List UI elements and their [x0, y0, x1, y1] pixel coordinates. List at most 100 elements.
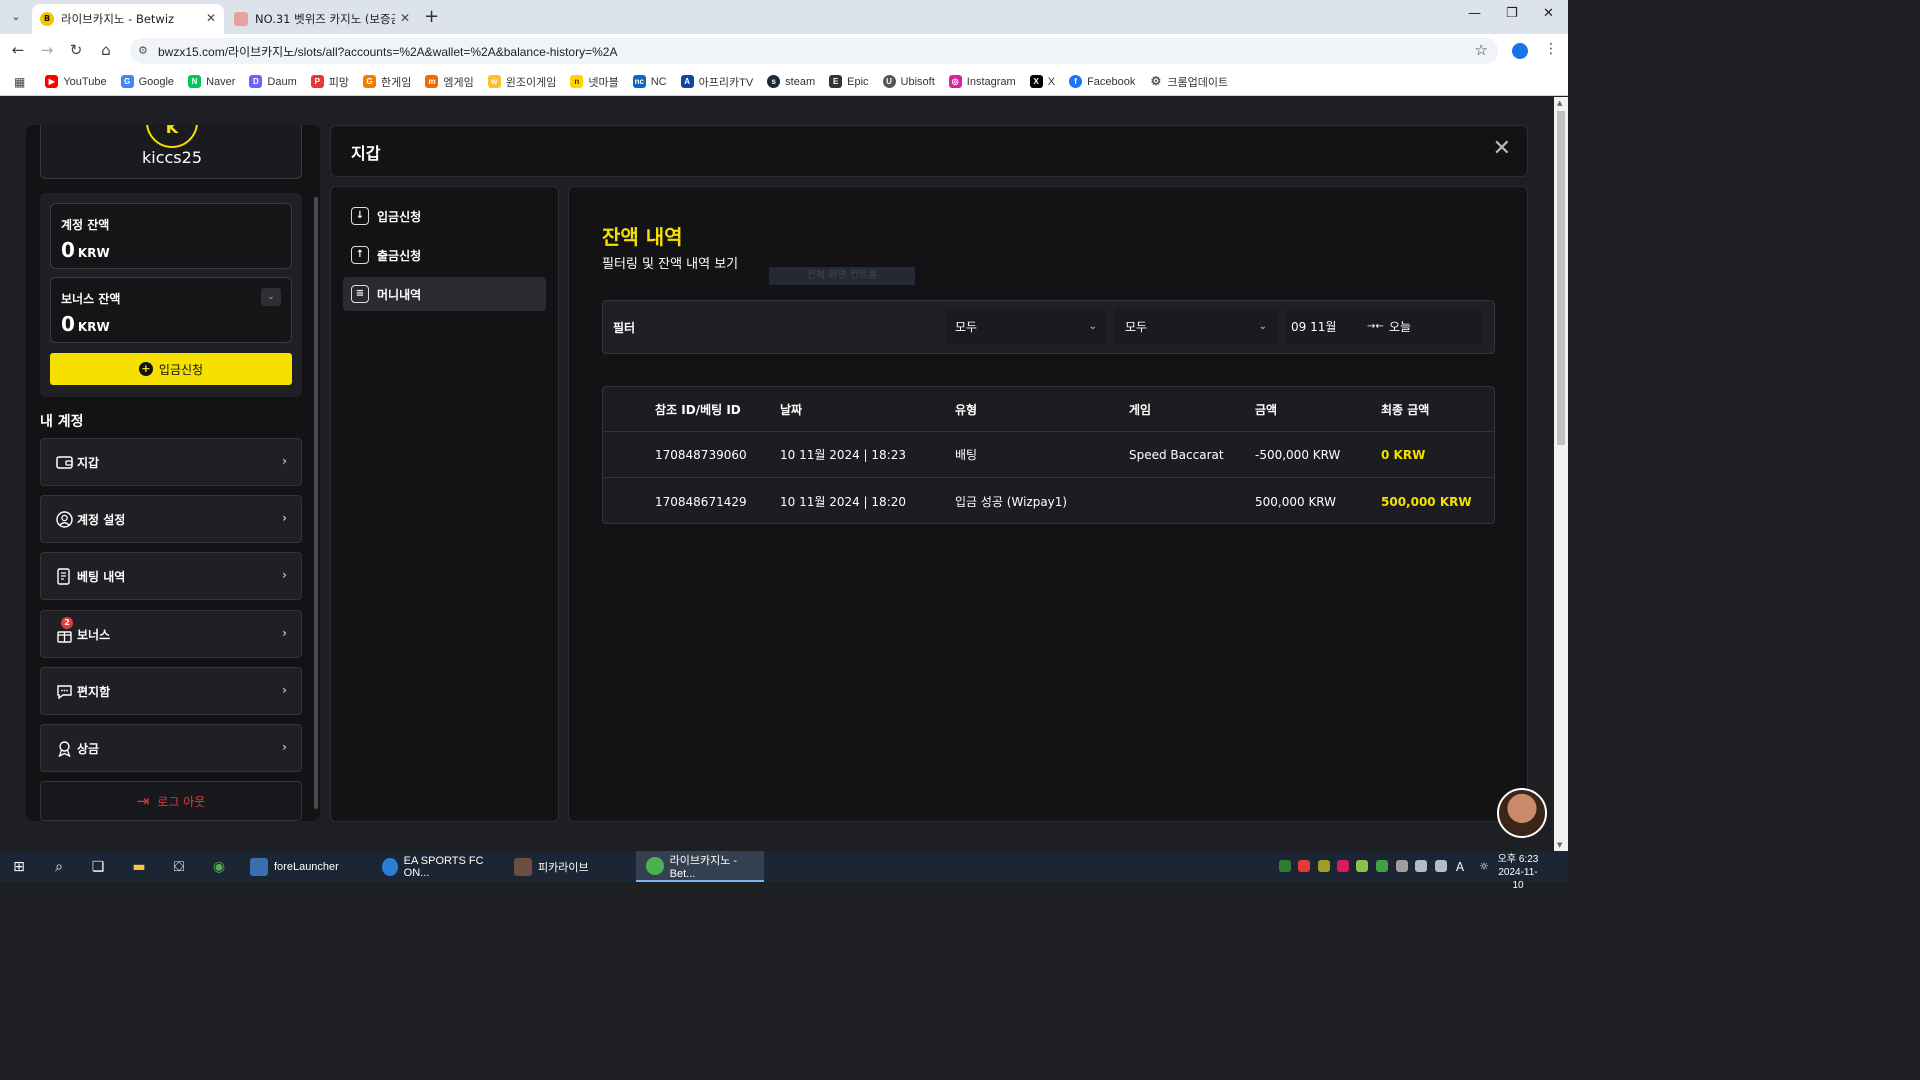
page-scrollbar[interactable]: ▲ ▼ — [1554, 97, 1568, 851]
logout-icon: ⇥ — [136, 792, 150, 810]
wallet-nav-label: 입금신청 — [377, 209, 422, 224]
balance-history-subtitle: 필터링 및 잔액 내역 보기 — [602, 257, 739, 272]
bookmark-facebook[interactable]: f Facebook — [1069, 75, 1135, 88]
security-tray-icon[interactable] — [1279, 860, 1291, 872]
scroll-down-arrow-icon[interactable]: ▼ — [1557, 841, 1562, 849]
facebook-icon: f — [1069, 75, 1083, 88]
ime-indicator-icon[interactable]: A — [1450, 857, 1470, 877]
account-balance-amount: 0 KRW — [61, 238, 110, 262]
system-clock[interactable]: 오후 6:23 2024-11-10 — [1496, 853, 1540, 892]
volume-icon[interactable] — [1435, 860, 1447, 872]
bookmark-epic[interactable]: E Epic — [829, 75, 869, 88]
site-settings-icon[interactable]: ⚙ — [138, 44, 148, 57]
minimize-icon[interactable]: — — [1468, 6, 1481, 21]
bookmark-naver[interactable]: N Naver — [188, 75, 235, 88]
date-range-picker[interactable]: 09 11월 →← 오늘 — [1285, 309, 1483, 345]
wallet-nav-withdraw[interactable]: ↑ 출금신청 — [343, 238, 546, 272]
bookmark-afreecatv[interactable]: A 아프리카TV — [680, 74, 753, 90]
bookmark-label: steam — [785, 75, 816, 88]
store-icon[interactable]: ⛋ — [169, 857, 189, 877]
notification-badge: 2 — [61, 617, 73, 629]
bookmark-daum[interactable]: D Daum — [249, 75, 297, 88]
taskbar-app-forelauncher[interactable]: foreLauncher — [240, 851, 366, 882]
app-tray-icon[interactable] — [1337, 860, 1349, 872]
apps-grid-icon[interactable]: ▦ — [14, 75, 25, 89]
sidebar-item-prizes[interactable]: 상금 › — [40, 724, 302, 772]
close-icon[interactable]: ✕ — [1493, 136, 1511, 161]
bookmark-hangame[interactable]: G 한게임 — [363, 74, 411, 90]
bookmark-google[interactable]: G Google — [120, 75, 174, 88]
table-header-row: 참조 ID/베팅 ID 날짜 유형 게임 금액 최종 금액 — [603, 387, 1494, 432]
media-tray-icon[interactable] — [1298, 860, 1310, 872]
bookmark-winjoy[interactable]: w 윈조이게임 — [487, 74, 556, 90]
chrome-icon[interactable]: ◉ — [209, 857, 229, 877]
forward-arrow-icon[interactable]: → — [37, 41, 57, 59]
profile-avatar-icon[interactable] — [1512, 43, 1528, 59]
chevron-down-icon[interactable]: ⌄ — [261, 288, 281, 306]
app-tray-icon[interactable] — [1396, 860, 1408, 872]
date-from[interactable]: 09 11월 — [1291, 309, 1336, 345]
network-icon[interactable] — [1415, 860, 1427, 872]
wallet-nav-money-history[interactable]: ≡ 머니내역 — [343, 277, 546, 311]
bookmark-steam[interactable]: s steam — [767, 75, 815, 88]
bookmark-instagram[interactable]: ◎ Instagram — [948, 75, 1016, 88]
wallet-title: 지갑 — [351, 144, 381, 163]
bookmark-nc[interactable]: nc NC — [632, 75, 667, 88]
nvidia-tray-icon[interactable] — [1376, 860, 1388, 872]
nc-icon: nc — [632, 75, 646, 88]
shield-tray-icon[interactable] — [1318, 860, 1330, 872]
close-icon[interactable]: ✕ — [206, 11, 216, 25]
tab-betwiz[interactable]: B 라이브카지노 - Betwiz ✕ — [32, 4, 224, 34]
home-icon[interactable]: ⌂ — [96, 41, 116, 59]
date-cell: 10 11월 2024 | 18:20 — [780, 495, 907, 509]
taskbar-app-ea-sports[interactable]: EA SPORTS FC ON... — [372, 851, 498, 882]
scroll-up-arrow-icon[interactable]: ▲ — [1557, 99, 1562, 107]
support-chat-avatar-button[interactable] — [1497, 788, 1547, 838]
url-text[interactable]: bwzx15.com/라이브카지노/slots/all?accounts=%2A… — [158, 43, 617, 60]
file-explorer-icon[interactable]: ▬ — [129, 857, 149, 877]
game-filter-select[interactable]: 모두 ⌄ — [1115, 309, 1277, 345]
bookmark-x[interactable]: XX — [1029, 75, 1055, 88]
tab-second[interactable]: NO.31 벳위즈 카지노 (보증금 ✕ — [226, 4, 418, 34]
sidebar-item-account-settings[interactable]: 계정 설정 › — [40, 495, 302, 543]
sidebar-item-inbox[interactable]: 편지함 › — [40, 667, 302, 715]
search-icon[interactable]: ⌕ — [49, 857, 69, 877]
table-row[interactable]: 170848671429 10 11월 2024 | 18:20 입금 성공 (… — [603, 479, 1494, 523]
app-tray-icon[interactable] — [1356, 860, 1368, 872]
bookmark-chrome-update[interactable]: ⚙ 크롬업데이트 — [1149, 74, 1228, 90]
reload-icon[interactable]: ↻ — [66, 41, 86, 59]
address-bar[interactable]: ⚙ bwzx15.com/라이브카지노/slots/all?accounts=%… — [130, 38, 1498, 64]
restore-icon[interactable]: ❐ — [1506, 6, 1518, 21]
close-icon[interactable]: ✕ — [400, 11, 410, 25]
bookmark-mgame[interactable]: m 엠게임 — [425, 74, 474, 90]
sidebar-item-betting-history[interactable]: 베팅 내역 › — [40, 552, 302, 600]
sidebar-item-bonus[interactable]: 2 보너스 › — [40, 610, 302, 658]
bookmark-pmang[interactable]: P 피망 — [310, 74, 349, 90]
deposit-button[interactable]: + 입금신청 — [50, 353, 292, 385]
back-arrow-icon[interactable]: ← — [8, 41, 28, 59]
new-tab-plus-icon[interactable]: + — [424, 6, 439, 27]
sidebar-item-wallet[interactable]: 지갑 › — [40, 438, 302, 486]
window-close-icon[interactable]: ✕ — [1543, 6, 1554, 21]
windows-start-icon[interactable]: ⊞ — [9, 857, 29, 877]
type-filter-select[interactable]: 모두 ⌄ — [945, 309, 1107, 345]
sidebar-scrollbar[interactable] — [314, 197, 318, 809]
wallet-nav-deposit[interactable]: ↓ 입금신청 — [343, 199, 546, 233]
date-to[interactable]: 오늘 — [1389, 309, 1411, 345]
more-menu-icon[interactable]: ⋮ — [1544, 41, 1558, 57]
fullscreen-control-overlay[interactable]: 전체 화면 컨트롤 — [769, 267, 915, 285]
bookmark-netmarble[interactable]: n 넷마블 — [570, 74, 619, 90]
scrollbar-thumb[interactable] — [1557, 111, 1565, 445]
brightness-icon[interactable]: ☼ — [1474, 857, 1494, 877]
bookmark-youtube[interactable]: ▶ YouTube — [45, 75, 107, 88]
logout-button[interactable]: ⇥ 로그 아웃 — [40, 781, 302, 821]
bookmark-ubisoft[interactable]: U Ubisoft — [882, 75, 935, 88]
taskbar-app-pika-live[interactable]: 피카라이브 — [504, 851, 630, 882]
taskbar-app-chrome-betwiz[interactable]: 라이브카지노 - Bet... — [636, 851, 764, 882]
avatar[interactable]: K — [146, 125, 198, 148]
chevron-right-icon: › — [282, 568, 287, 582]
bookmark-star-icon[interactable]: ☆ — [1475, 41, 1488, 59]
table-row[interactable]: 170848739060 10 11월 2024 | 18:23 배팅 Spee… — [603, 432, 1494, 478]
task-view-icon[interactable]: ❏ — [88, 857, 108, 877]
tab-search-chevron-icon[interactable]: ⌄ — [6, 7, 26, 27]
